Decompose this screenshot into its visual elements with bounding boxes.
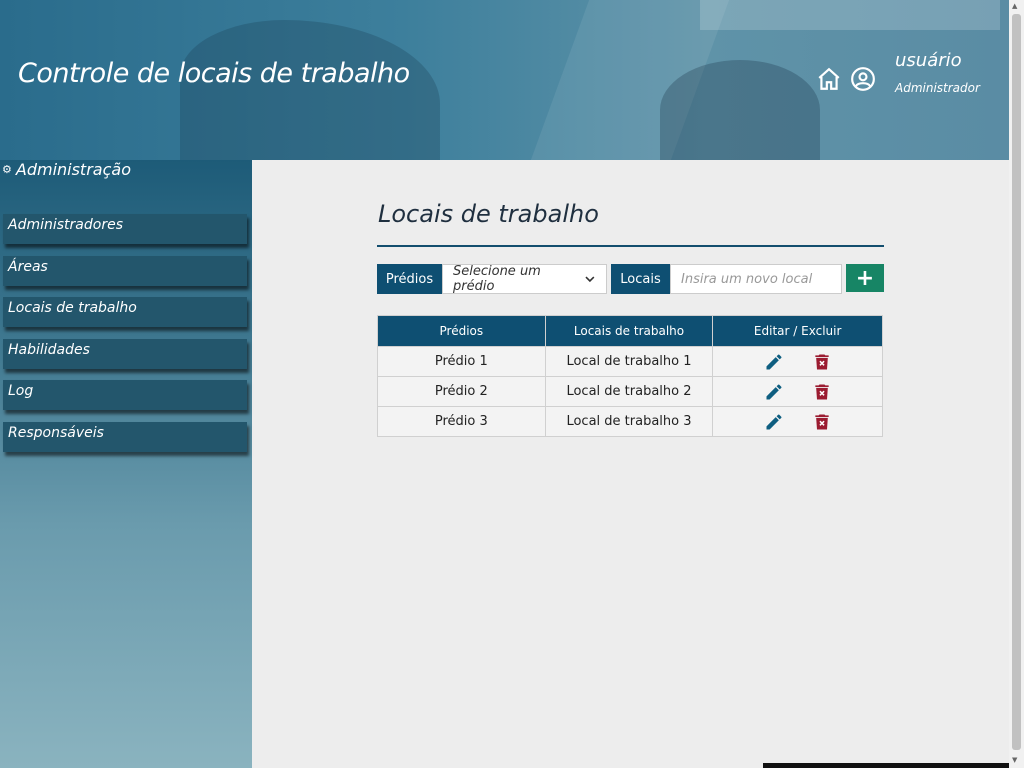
edit-button[interactable] bbox=[764, 382, 784, 402]
gear-icon: ⚙ bbox=[2, 163, 12, 176]
sidebar-item-administradores[interactable]: Administradores bbox=[3, 214, 247, 244]
delete-button[interactable] bbox=[812, 412, 832, 432]
sidebar-item-areas[interactable]: Áreas bbox=[3, 256, 247, 286]
predios-label: Prédios bbox=[377, 264, 442, 294]
cell-predio: Prédio 2 bbox=[377, 376, 546, 407]
table-row: Prédio 2 Local de trabalho 2 bbox=[377, 376, 883, 407]
edit-button[interactable] bbox=[764, 352, 784, 372]
column-header-predios: Prédios bbox=[377, 315, 546, 347]
cell-actions bbox=[712, 406, 883, 437]
trash-icon bbox=[815, 414, 829, 429]
chevron-down-icon bbox=[585, 276, 595, 283]
edit-button[interactable] bbox=[764, 412, 784, 432]
add-local-button[interactable]: + bbox=[846, 264, 884, 292]
sidebar-item-locais-de-trabalho[interactable]: Locais de trabalho bbox=[3, 297, 247, 327]
pencil-icon bbox=[766, 383, 782, 399]
predio-select-value: Selecione um prédio bbox=[453, 264, 541, 294]
vertical-scrollbar[interactable]: ▲ ▼ bbox=[1009, 0, 1024, 768]
delete-button[interactable] bbox=[812, 352, 832, 372]
sidebar-title-label: Administração bbox=[15, 160, 131, 179]
sidebar-item-log[interactable]: Log bbox=[3, 380, 247, 410]
new-local-input[interactable] bbox=[670, 264, 842, 294]
cell-predio: Prédio 3 bbox=[377, 406, 546, 437]
column-header-acoes: Editar / Excluir bbox=[712, 315, 883, 347]
cell-predio: Prédio 1 bbox=[377, 346, 546, 377]
page-header: Controle de locais de trabalho usuário A… bbox=[0, 0, 1009, 160]
table-header-row: Prédios Locais de trabalho Editar / Excl… bbox=[377, 315, 883, 347]
predio-select[interactable]: Selecione um prédio bbox=[442, 264, 607, 294]
sidebar-title: ⚙ Administração bbox=[2, 160, 131, 179]
delete-button[interactable] bbox=[812, 382, 832, 402]
locais-table: Prédios Locais de trabalho Editar / Excl… bbox=[377, 315, 883, 437]
home-button[interactable] bbox=[816, 66, 842, 92]
sidebar: ⚙ Administração Administradores Áreas Lo… bbox=[0, 160, 252, 768]
trash-icon bbox=[815, 354, 829, 369]
table-row: Prédio 3 Local de trabalho 3 bbox=[377, 406, 883, 437]
cell-local: Local de trabalho 2 bbox=[544, 376, 714, 407]
bottom-bar bbox=[763, 763, 1009, 768]
pencil-icon bbox=[766, 413, 782, 429]
trash-icon bbox=[815, 384, 829, 399]
title-divider bbox=[377, 245, 884, 247]
user-name: usuário bbox=[895, 50, 962, 71]
sidebar-item-responsaveis[interactable]: Responsáveis bbox=[3, 422, 247, 452]
cell-local: Local de trabalho 1 bbox=[544, 346, 714, 377]
user-circle-icon bbox=[851, 67, 875, 91]
cell-actions bbox=[712, 346, 883, 377]
table-row: Prédio 1 Local de trabalho 1 bbox=[377, 346, 883, 377]
page-title: Locais de trabalho bbox=[378, 200, 599, 228]
scroll-up-icon[interactable]: ▲ bbox=[1012, 2, 1017, 10]
cell-actions bbox=[712, 376, 883, 407]
home-icon bbox=[818, 67, 840, 90]
sidebar-item-habilidades[interactable]: Habilidades bbox=[3, 339, 247, 369]
user-role: Administrador bbox=[895, 81, 980, 95]
locais-label: Locais bbox=[611, 264, 670, 294]
add-local-form: Prédios Selecione um prédio Locais + bbox=[377, 264, 884, 294]
cell-local: Local de trabalho 3 bbox=[544, 406, 714, 437]
pencil-icon bbox=[766, 353, 782, 369]
column-header-locais: Locais de trabalho bbox=[544, 315, 714, 347]
user-profile-button[interactable] bbox=[850, 66, 876, 92]
scroll-down-icon[interactable]: ▼ bbox=[1012, 756, 1017, 764]
scrollbar-thumb[interactable] bbox=[1012, 14, 1021, 750]
app-title: Controle de locais de trabalho bbox=[18, 58, 410, 89]
